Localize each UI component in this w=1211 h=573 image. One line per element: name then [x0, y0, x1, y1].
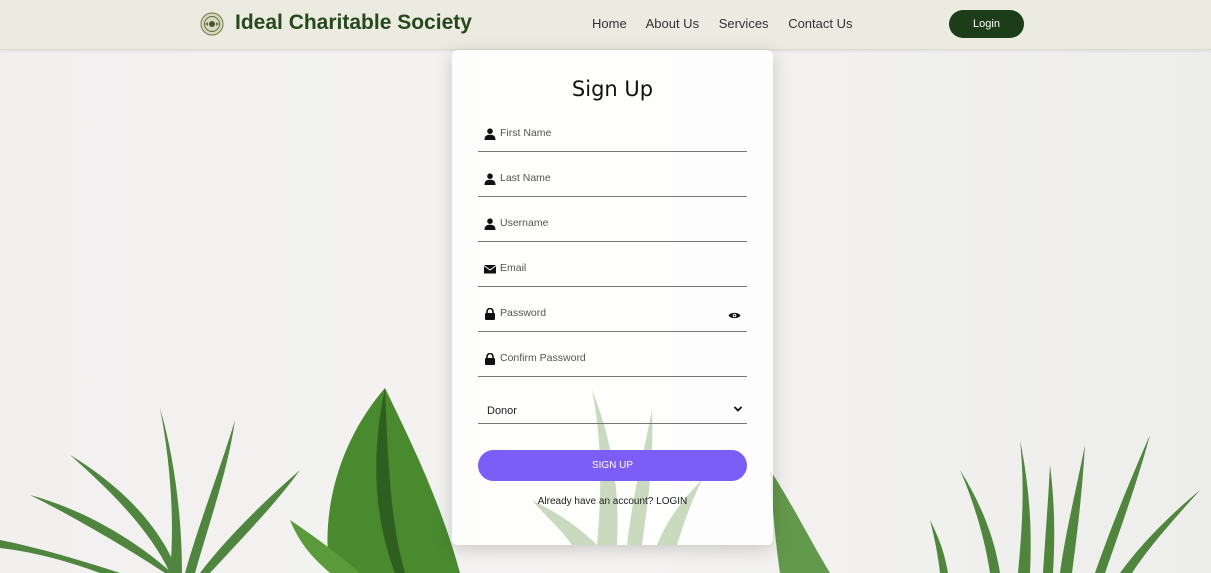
confirm-password-placeholder: Confirm Password — [500, 352, 586, 364]
login-link[interactable]: Already have an account? LOGIN — [452, 496, 773, 507]
signup-title: Sign Up — [571, 77, 654, 101]
first-name-placeholder: First Name — [500, 127, 552, 139]
user-icon — [484, 173, 496, 185]
last-name-placeholder: Last Name — [500, 172, 551, 184]
chevron-down-icon — [733, 406, 743, 412]
confirm-password-field[interactable]: Confirm Password — [478, 350, 747, 377]
email-placeholder: Email — [500, 262, 527, 274]
password-placeholder: Password — [500, 307, 547, 319]
username-field[interactable]: Username — [478, 215, 747, 242]
email-field[interactable]: Email — [478, 260, 747, 287]
first-name-field[interactable]: First Name — [478, 125, 747, 152]
password-field[interactable]: Password — [478, 305, 747, 332]
last-name-field[interactable]: Last Name — [478, 170, 747, 197]
lock-icon — [485, 308, 495, 320]
signup-card: Sign Up First Name Last Name Username Em… — [452, 50, 773, 545]
signup-button[interactable]: SIGN UP — [478, 450, 747, 481]
role-select-value: Donor — [487, 405, 517, 417]
username-placeholder: Username — [500, 217, 549, 229]
envelope-icon — [484, 265, 496, 274]
role-select[interactable]: Donor — [478, 397, 747, 424]
user-icon — [484, 218, 496, 230]
user-icon — [484, 128, 496, 140]
show-password-eye-icon[interactable] — [728, 311, 741, 320]
card-leaf-blur — [532, 390, 702, 545]
lock-icon — [485, 353, 495, 365]
